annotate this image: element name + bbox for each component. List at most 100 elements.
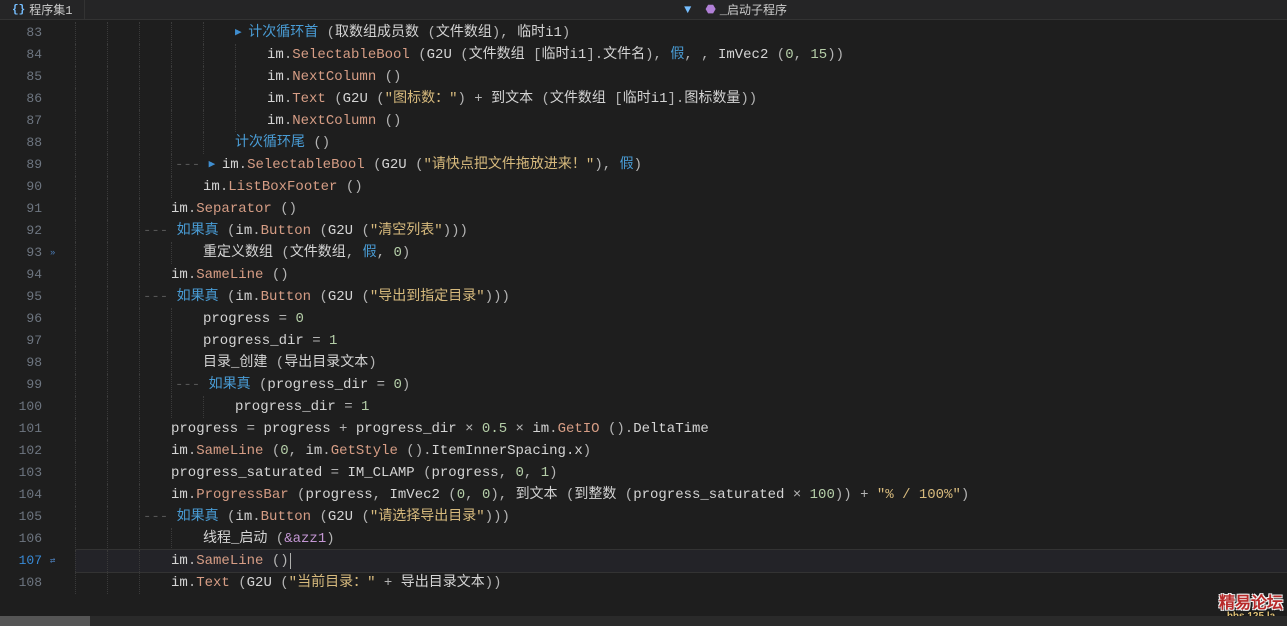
token-punc: (	[768, 44, 785, 66]
token-punc: .	[252, 286, 260, 308]
tab-startup-proc[interactable]: ▼ ⬣ _启动子程序	[672, 0, 1287, 19]
code-line[interactable]: 线程_启动 (&azz1)	[75, 528, 1287, 550]
fold-marker[interactable]	[50, 154, 75, 176]
fold-marker[interactable]	[50, 374, 75, 396]
code-line[interactable]: 目录_创建 (导出目录文本)	[75, 352, 1287, 374]
token-txt: im	[267, 88, 284, 110]
code-line[interactable]: --- 如果真 (im.Button (G2U ("导出到指定目录")))	[75, 286, 1287, 308]
code-line[interactable]: im.SameLine (0, im.GetStyle ().ItemInner…	[75, 440, 1287, 462]
code-line[interactable]: --- ▶ im.SelectableBool (G2U ("请快点把文件拖放进…	[75, 154, 1287, 176]
token-punc: (	[311, 286, 328, 308]
token-punc: (	[230, 572, 247, 594]
token-yel: "请选择导出目录"	[370, 506, 485, 528]
fold-marker[interactable]	[50, 286, 75, 308]
token-arrow: ▶	[209, 154, 222, 176]
fold-marker[interactable]	[50, 462, 75, 484]
code-line[interactable]: ▶ 计次循环首 (取数组成员数 (文件数组), 临时i1)	[75, 22, 1287, 44]
fold-marker[interactable]	[50, 88, 75, 110]
fold-marker[interactable]	[50, 132, 75, 154]
code-line[interactable]: progress = progress + progress_dir × 0.5…	[75, 418, 1287, 440]
token-txt: im	[171, 572, 188, 594]
token-punc: (	[273, 242, 290, 264]
fold-marker[interactable]	[50, 528, 75, 550]
code-line[interactable]: im.NextColumn ()	[75, 110, 1287, 132]
fold-marker[interactable]	[50, 396, 75, 418]
fold-marker[interactable]	[50, 352, 75, 374]
fold-marker[interactable]	[50, 484, 75, 506]
token-punc: ))	[740, 88, 757, 110]
fold-marker[interactable]	[50, 176, 75, 198]
token-txt: 文件数组	[290, 242, 346, 264]
code-line[interactable]: --- 如果真 (progress_dir = 0)	[75, 374, 1287, 396]
token-num: 0	[393, 374, 401, 396]
token-mth: Separator	[196, 198, 272, 220]
horizontal-scrollbar[interactable]	[0, 616, 1287, 626]
token-punc: )))	[443, 220, 468, 242]
token-punc: (	[452, 44, 469, 66]
code-line[interactable]: progress_saturated = IM_CLAMP (progress,…	[75, 462, 1287, 484]
code-line[interactable]: im.NextColumn ()	[75, 66, 1287, 88]
line-number: 100	[0, 396, 42, 418]
fold-marker[interactable]	[50, 506, 75, 528]
fold-marker[interactable]	[50, 264, 75, 286]
code-line[interactable]: im.ListBoxFooter ()	[75, 176, 1287, 198]
text-cursor	[290, 553, 291, 569]
code-line[interactable]: im.SelectableBool (G2U (文件数组 [临时i1].文件名)…	[75, 44, 1287, 66]
token-txt: 重定义数组	[203, 242, 273, 264]
code-line[interactable]: im.Text (G2U ("图标数：") + 到文本 (文件数组 [临时i1]…	[75, 88, 1287, 110]
fold-marker[interactable]: »	[50, 242, 75, 264]
fold-marker[interactable]: ⇄	[50, 550, 75, 572]
fold-marker[interactable]	[50, 22, 75, 44]
token-punc: ×	[507, 418, 532, 440]
code-line[interactable]: progress_dir = 1	[75, 330, 1287, 352]
fold-marker[interactable]	[50, 220, 75, 242]
tab-program-set[interactable]: {} 程序集1	[0, 0, 85, 19]
code-line[interactable]: im.Text (G2U ("当前目录：" + 导出目录文本))	[75, 572, 1287, 594]
token-punc: (	[219, 506, 236, 528]
token-txt: im	[203, 176, 220, 198]
token-punc: [	[525, 44, 542, 66]
fold-marker[interactable]	[50, 418, 75, 440]
token-punc: .	[188, 550, 196, 572]
code-line[interactable]: im.Separator ()	[75, 198, 1287, 220]
code-line[interactable]: 重定义数组 (文件数组, 假, 0)	[75, 242, 1287, 264]
fold-marker[interactable]	[50, 308, 75, 330]
fold-marker[interactable]	[50, 572, 75, 594]
token-mth: Button	[261, 506, 311, 528]
token-punc: .	[188, 198, 196, 220]
fold-marker[interactable]	[50, 198, 75, 220]
code-line[interactable]: im.SameLine ()	[75, 550, 1287, 572]
token-txt: progress_dir	[235, 396, 336, 418]
code-line[interactable]: progress = 0	[75, 308, 1287, 330]
code-line[interactable]: progress_dir = 1	[75, 396, 1287, 418]
line-number-gutter[interactable]: 8384858687888990919293949596979899100101…	[0, 20, 50, 626]
fold-marker[interactable]	[50, 66, 75, 88]
fold-marker[interactable]	[50, 110, 75, 132]
fold-marker[interactable]	[50, 44, 75, 66]
token-txt: progress_dir	[267, 374, 368, 396]
token-txt: im	[235, 506, 252, 528]
token-txt: 取数组成员数	[335, 22, 419, 44]
code-line[interactable]: im.SameLine ()	[75, 264, 1287, 286]
fold-marker[interactable]	[50, 330, 75, 352]
code-line[interactable]: --- 如果真 (im.Button (G2U ("清空列表")))	[75, 220, 1287, 242]
token-punc: ),	[492, 22, 517, 44]
token-punc: (	[410, 44, 427, 66]
token-txt: ImVec2	[389, 484, 439, 506]
token-punc: (	[616, 484, 633, 506]
line-number: 94	[0, 264, 42, 286]
code-line[interactable]: im.ProgressBar (progress, ImVec2 (0, 0),…	[75, 484, 1287, 506]
token-punc: .	[284, 44, 292, 66]
code-line[interactable]: 计次循环尾 ()	[75, 132, 1287, 154]
code-line[interactable]: --- 如果真 (im.Button (G2U ("请选择导出目录")))	[75, 506, 1287, 528]
token-punc: (	[267, 352, 284, 374]
token-txt: im	[235, 220, 252, 242]
code-text-area[interactable]: ▶ 计次循环首 (取数组成员数 (文件数组), 临时i1)im.Selectab…	[75, 20, 1287, 626]
token-txt: im	[171, 264, 188, 286]
token-kw: 假	[620, 154, 634, 176]
fold-column[interactable]: »⇄	[50, 20, 75, 626]
token-txt: progress	[431, 462, 498, 484]
scrollbar-thumb[interactable]	[0, 616, 90, 626]
token-txt: IM_CLAMP	[347, 462, 414, 484]
fold-marker[interactable]	[50, 440, 75, 462]
